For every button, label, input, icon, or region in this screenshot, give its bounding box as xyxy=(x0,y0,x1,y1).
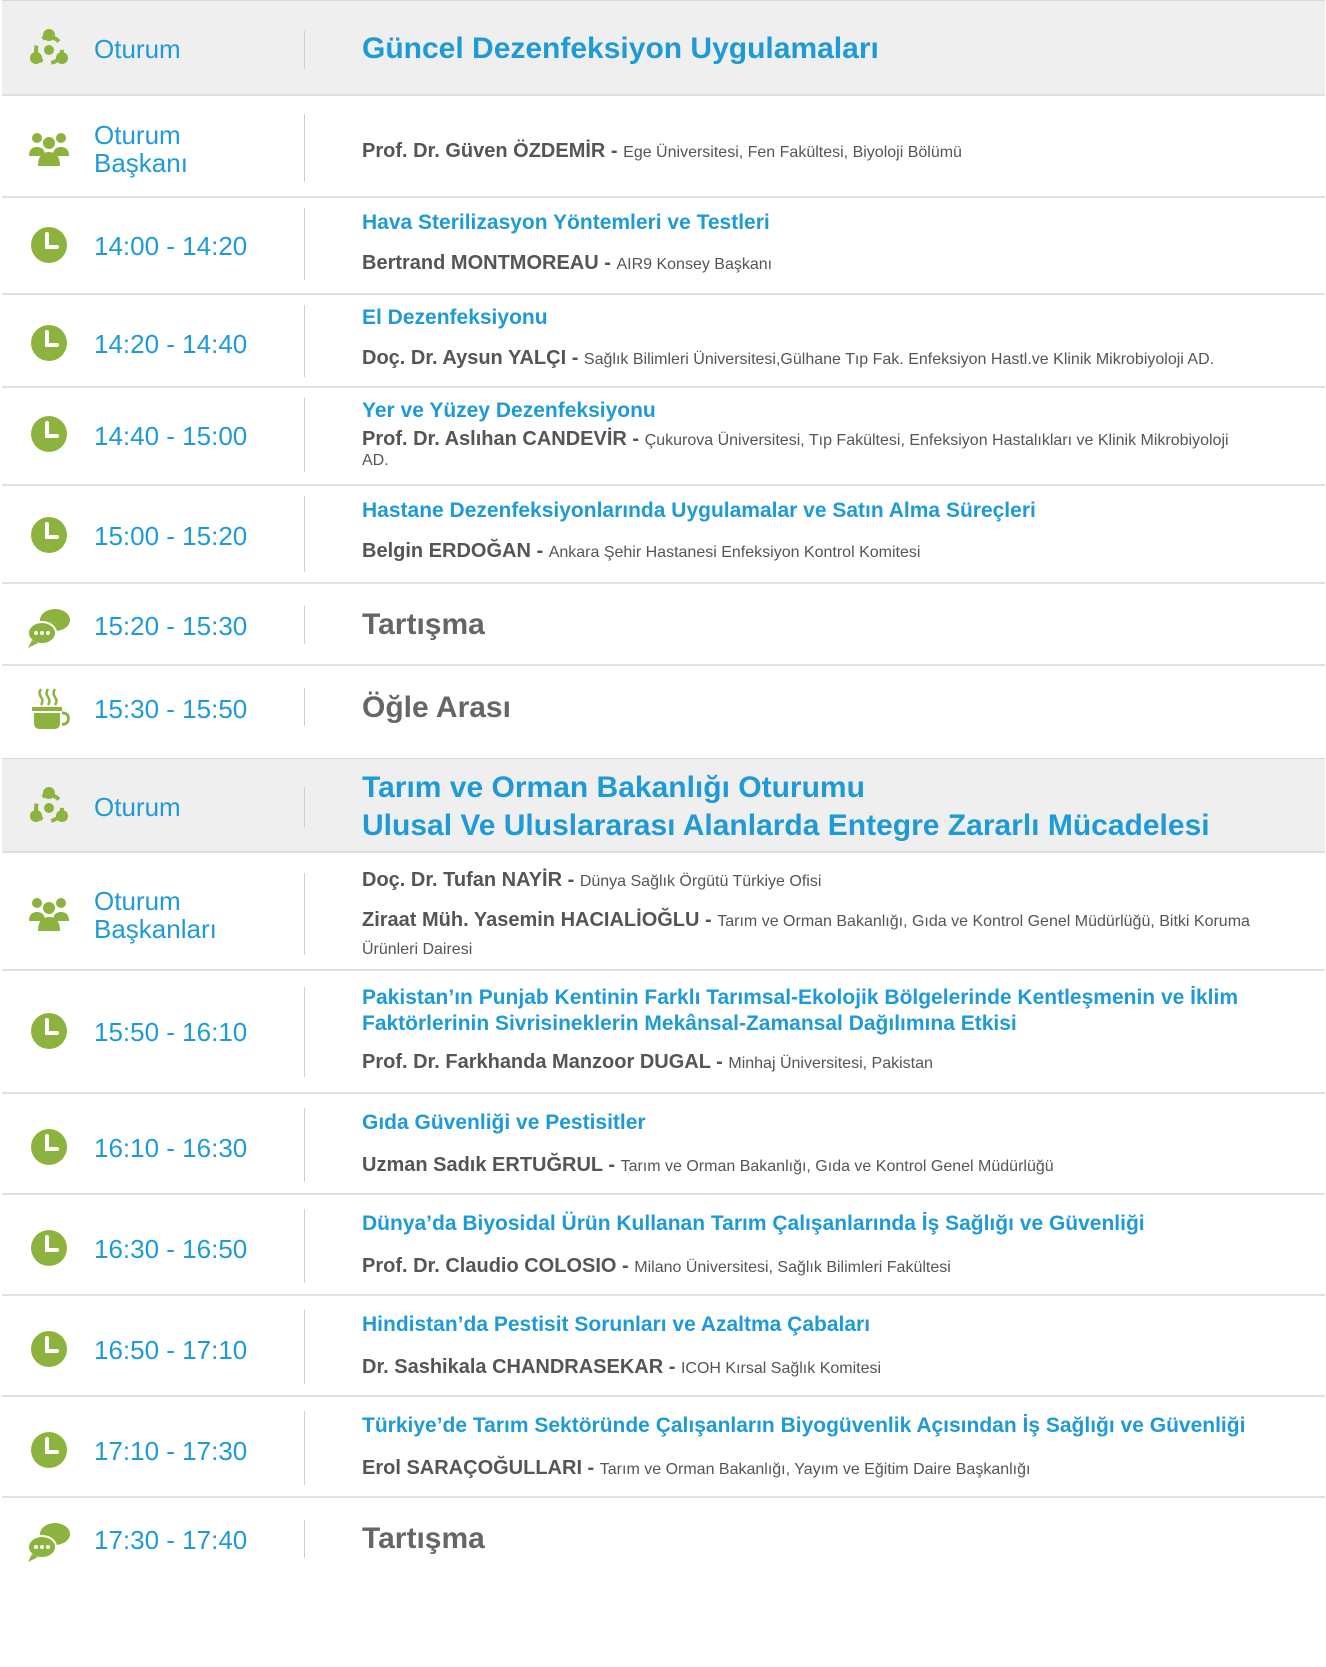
talk-row: 16:30 - 16:50 Dünya’da Biyosidal Ürün Ku… xyxy=(2,1195,1325,1296)
divider xyxy=(304,208,305,280)
talk-row: 16:10 - 16:30 Gıda Güvenliği ve Pestisit… xyxy=(2,1094,1325,1195)
talk-speaker: Prof. Dr. Aslıhan CANDEVİR - Çukurova Ün… xyxy=(362,428,1229,469)
session-chairs-row: Oturum Başkanları Doç. Dr. Tufan NAYİR -… xyxy=(2,853,1325,971)
session-header-row: Oturum Güncel Dezenfeksiyon Uygulamaları xyxy=(2,0,1325,96)
talk-speaker: Erol SARAÇOĞULLARI - Tarım ve Orman Baka… xyxy=(362,1457,1031,1479)
talk-time: 15:50 - 16:10 xyxy=(94,1017,248,1047)
chair-label: Oturum Başkanı xyxy=(94,120,188,178)
chair-speaker: Ziraat Müh. Yasemin HACIALİOĞLU - Tarım … xyxy=(362,909,1250,958)
chairs-list: Doç. Dr. Tufan NAYİR - Dünya Sağlık Örgü… xyxy=(362,867,1322,963)
talk-time: 17:10 - 17:30 xyxy=(94,1436,248,1466)
talk-title: El Dezenfeksiyonu xyxy=(362,306,548,329)
people-icon xyxy=(26,891,72,937)
people-icon xyxy=(26,126,72,172)
talk-row: 15:00 - 15:20 Hastane Dezenfeksiyonların… xyxy=(2,486,1325,584)
clock-icon xyxy=(26,512,72,558)
discussion-title: Tartışma xyxy=(362,1522,485,1555)
talk-row: 14:20 - 14:40 El Dezenfeksiyonu Doç. Dr.… xyxy=(2,295,1325,388)
talk-title: Türkiye’de Tarım Sektöründe Çalışanların… xyxy=(362,1414,1246,1437)
discussion-time: 15:20 - 15:30 xyxy=(94,611,248,641)
session-label: Oturum xyxy=(94,792,181,822)
clock-icon xyxy=(26,222,72,268)
clock-icon xyxy=(26,1427,72,1473)
divider xyxy=(304,1310,305,1384)
session-network-icon xyxy=(26,785,72,831)
divider xyxy=(304,606,305,644)
discussion-row: 17:30 - 17:40 Tartışma xyxy=(2,1498,1325,1667)
break-time: 15:30 - 15:50 xyxy=(94,694,248,724)
divider xyxy=(304,1209,305,1283)
talk-time: 15:00 - 15:20 xyxy=(94,521,248,551)
talk-time: 16:10 - 16:30 xyxy=(94,1133,248,1163)
clock-icon xyxy=(26,1326,72,1372)
discussion-row: 15:20 - 15:30 Tartışma xyxy=(2,584,1325,666)
talk-title: Hindistan’da Pestisit Sorunları ve Azalt… xyxy=(362,1313,871,1336)
talk-speaker: Bertrand MONTMOREAU - AIR9 Konsey Başkan… xyxy=(362,252,773,274)
divider xyxy=(304,873,305,955)
divider xyxy=(304,987,305,1077)
break-title: Öğle Arası xyxy=(362,691,511,724)
chat-bubble-icon xyxy=(26,1518,72,1564)
divider xyxy=(304,787,305,827)
clock-icon xyxy=(26,320,72,366)
session-network-icon xyxy=(26,27,72,73)
divider xyxy=(304,305,305,377)
chat-bubble-icon xyxy=(26,604,72,650)
talk-row: 14:00 - 14:20 Hava Sterilizasyon Yönteml… xyxy=(2,198,1325,295)
talk-time: 14:20 - 14:40 xyxy=(94,329,248,359)
divider xyxy=(304,1108,305,1182)
chair-speaker: Doç. Dr. Tufan NAYİR - Dünya Sağlık Örgü… xyxy=(362,869,822,891)
talk-time: 16:50 - 17:10 xyxy=(94,1335,248,1365)
talk-title: Yer ve Yüzey Dezenfeksiyonu xyxy=(362,399,656,422)
talk-row: 15:50 - 16:10 Pakistan’ın Punjab Kentini… xyxy=(2,971,1325,1094)
session-label: Oturum xyxy=(94,34,181,64)
session-header-row: Oturum Tarım ve Orman Bakanlığı Oturumu … xyxy=(2,758,1325,853)
talk-speaker: Dr. Sashikala CHANDRASEKAR - ICOH Kırsal… xyxy=(362,1356,882,1378)
discussion-title: Tartışma xyxy=(362,608,485,641)
talk-time: 16:30 - 16:50 xyxy=(94,1234,248,1264)
chairs-label: Oturum Başkanları xyxy=(94,886,217,944)
talk-row: 17:10 - 17:30 Türkiye’de Tarım Sektöründ… xyxy=(2,1397,1325,1498)
talk-title: Hava Sterilizasyon Yöntemleri ve Testler… xyxy=(362,211,770,234)
talk-title: Hastane Dezenfeksiyonlarında Uygulamalar… xyxy=(362,499,1036,522)
break-row: 15:30 - 15:50 Öğle Arası xyxy=(2,666,1325,758)
divider xyxy=(304,688,305,726)
talk-title: Pakistan’ın Punjab Kentinin Farklı Tarım… xyxy=(362,986,1239,1035)
divider xyxy=(304,1520,305,1558)
session-title: Güncel Dezenfeksiyon Uygulamaları xyxy=(362,32,879,65)
divider xyxy=(304,496,305,572)
divider xyxy=(304,114,305,182)
talk-speaker: Prof. Dr. Claudio COLOSIO - Milano Ünive… xyxy=(362,1255,951,1277)
talk-time: 14:40 - 15:00 xyxy=(94,421,248,451)
talk-speaker: Doç. Dr. Aysun YALÇI - Sağlık Bilimleri … xyxy=(362,347,1215,369)
talk-speaker: Prof. Dr. Farkhanda Manzoor DUGAL - Minh… xyxy=(362,1051,933,1073)
clock-icon xyxy=(26,1008,72,1054)
clock-icon xyxy=(26,411,72,457)
talk-title: Dünya’da Biyosidal Ürün Kullanan Tarım Ç… xyxy=(362,1212,1145,1235)
clock-icon xyxy=(26,1124,72,1170)
talk-time: 14:00 - 14:20 xyxy=(94,231,248,261)
discussion-time: 17:30 - 17:40 xyxy=(94,1525,248,1555)
talk-speaker: Belgin ERDOĞAN - Ankara Şehir Hastanesi … xyxy=(362,540,921,562)
divider xyxy=(304,1411,305,1485)
session-chair-row: Oturum Başkanı Prof. Dr. Güven ÖZDEMİR -… xyxy=(2,96,1325,198)
talk-title: Gıda Güvenliği ve Pestisitler xyxy=(362,1111,646,1134)
divider xyxy=(304,398,305,472)
chair-speaker: Prof. Dr. Güven ÖZDEMİR - Ege Üniversite… xyxy=(362,140,962,162)
divider xyxy=(304,31,305,69)
clock-icon xyxy=(26,1225,72,1271)
coffee-cup-icon xyxy=(26,685,72,731)
talk-row: 14:40 - 15:00 Yer ve Yüzey Dezenfeksiyon… xyxy=(2,388,1325,486)
talk-row: 16:50 - 17:10 Hindistan’da Pestisit Soru… xyxy=(2,1296,1325,1397)
talk-speaker: Uzman Sadık ERTUĞRUL - Tarım ve Orman Ba… xyxy=(362,1154,1054,1176)
session-title: Tarım ve Orman Bakanlığı Oturumu Ulusal … xyxy=(362,771,1210,842)
